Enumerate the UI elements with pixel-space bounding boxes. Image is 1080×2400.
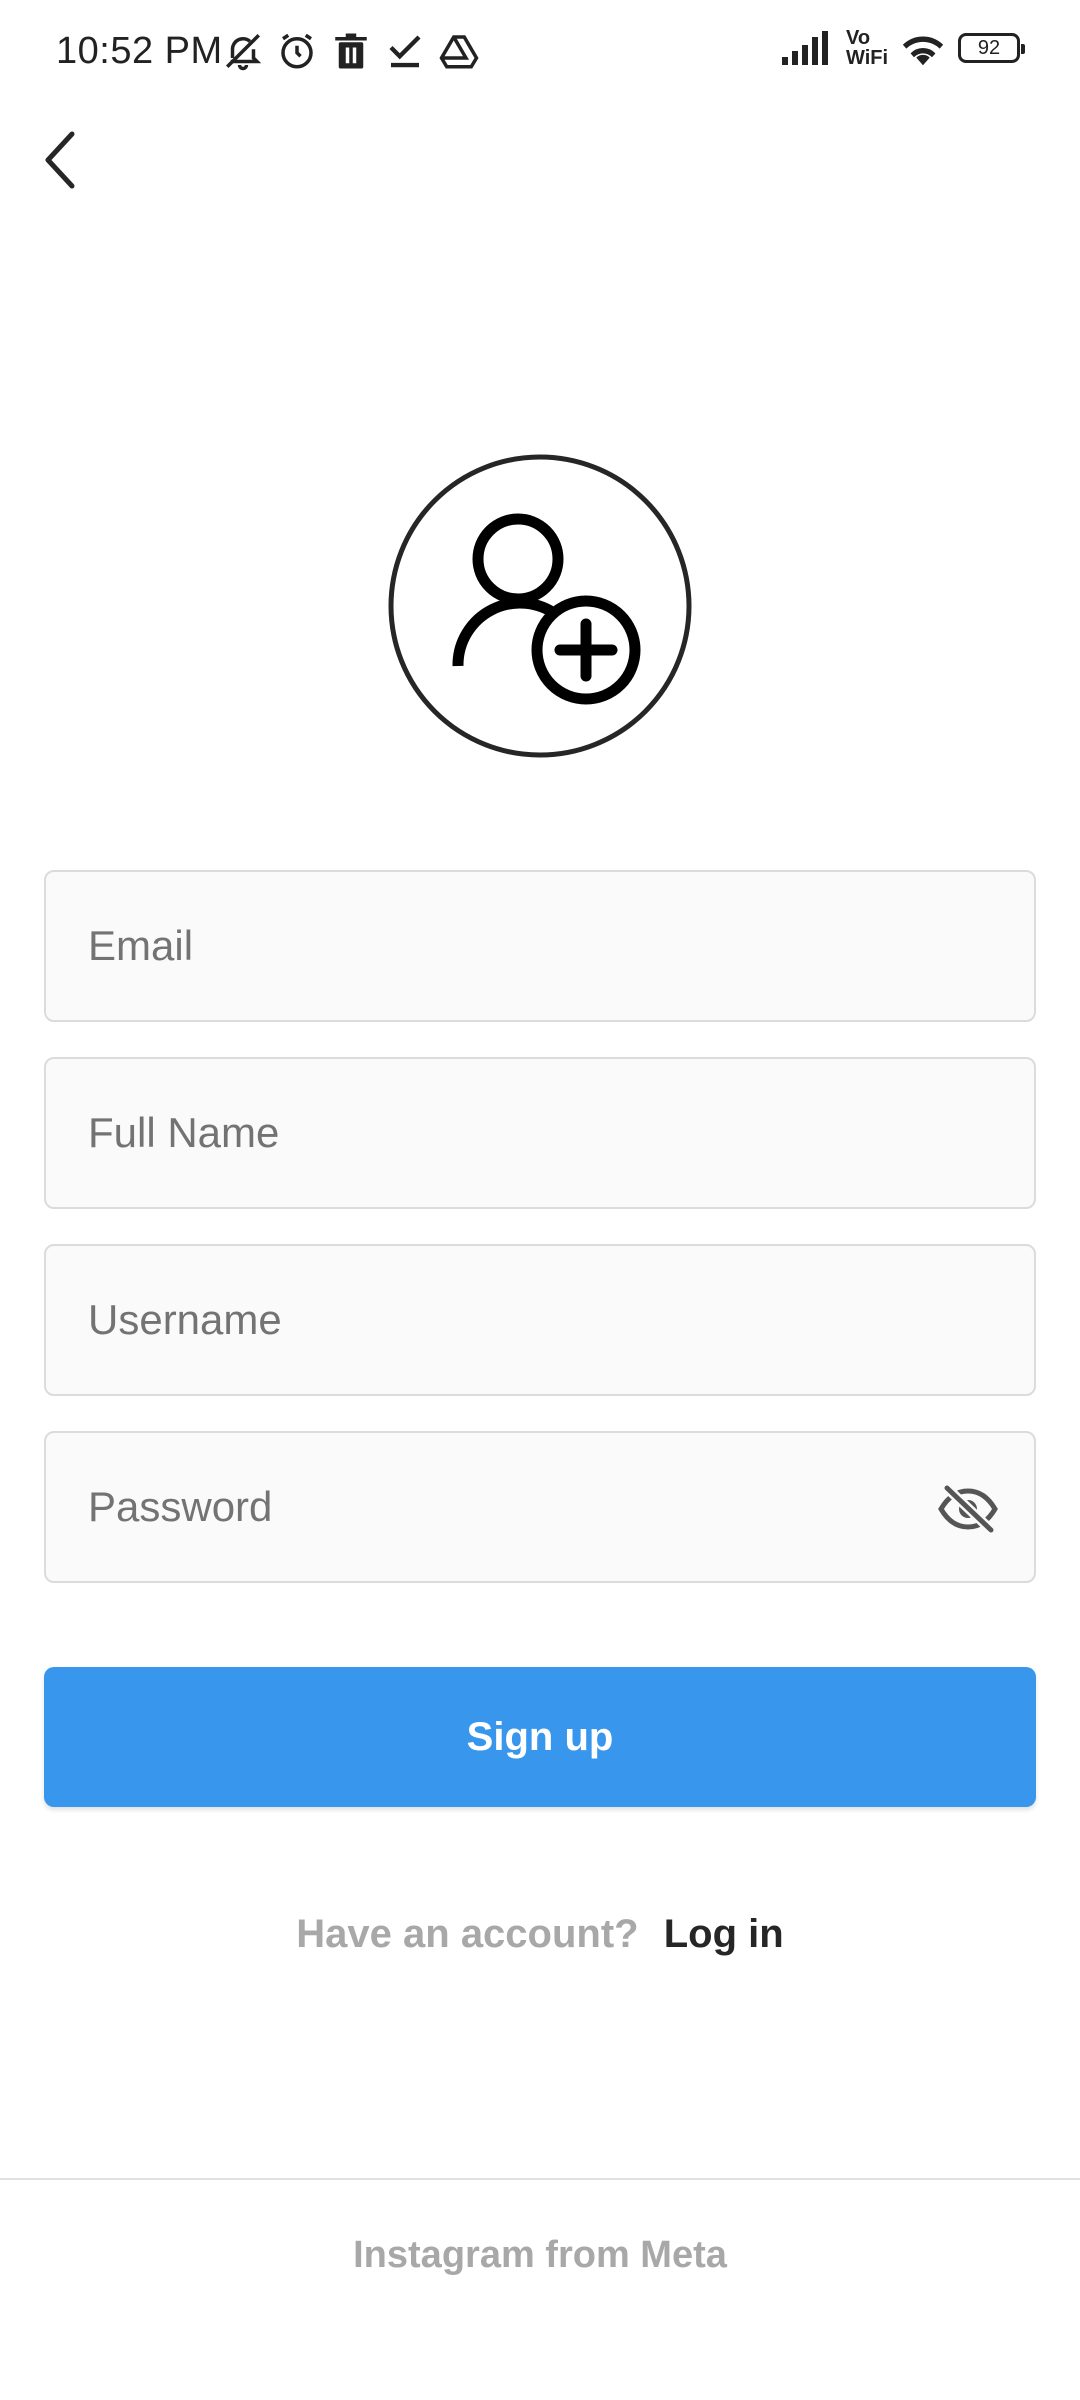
signup-button[interactable]: Sign up [44, 1667, 1036, 1807]
password-input[interactable] [46, 1433, 1034, 1581]
eye-off-icon [938, 1484, 998, 1534]
password-visibility-toggle[interactable] [936, 1477, 1000, 1541]
signup-screen: 10:52 PM Vo WiFi 92 Email Full Name User… [0, 0, 1080, 2400]
full-name-field[interactable] [44, 1057, 1036, 1209]
chevron-left-icon [45, 131, 75, 189]
trash-icon [335, 33, 367, 69]
status-notification-icons [222, 30, 480, 72]
status-system-icons: Vo WiFi 92 [782, 28, 1025, 68]
back-button[interactable] [30, 120, 90, 200]
battery-indicator: 92 [958, 33, 1025, 63]
status-bar: 10:52 PM Vo WiFi 92 [0, 0, 1080, 110]
username-input[interactable] [46, 1246, 1034, 1394]
login-link[interactable]: Log in [664, 1912, 784, 1956]
vowifi-line1: Vo [846, 27, 871, 49]
wifi-icon [902, 36, 944, 66]
add-user-icon [388, 454, 692, 758]
alarm-icon [281, 33, 313, 69]
password-field[interactable] [44, 1431, 1036, 1583]
signal-icon [782, 31, 828, 65]
email-input[interactable] [46, 872, 1034, 1020]
full-name-input[interactable] [46, 1059, 1034, 1207]
vowifi-line2: WiFi [846, 47, 889, 69]
status-time: 10:52 PM [56, 30, 223, 72]
bell-off-icon [226, 34, 262, 71]
check-icon [389, 35, 421, 68]
add-user-avatar [388, 454, 692, 758]
footer-text: Instagram from Meta [353, 2234, 727, 2276]
email-field[interactable] [44, 870, 1036, 1022]
drive-icon [439, 35, 479, 69]
vowifi-indicator: Vo WiFi [846, 28, 888, 68]
footer-divider [0, 2178, 1080, 2180]
username-field[interactable] [44, 1244, 1036, 1396]
login-prompt: Have an account? Log in [0, 1912, 1080, 1957]
have-account-text: Have an account? [296, 1912, 639, 1956]
